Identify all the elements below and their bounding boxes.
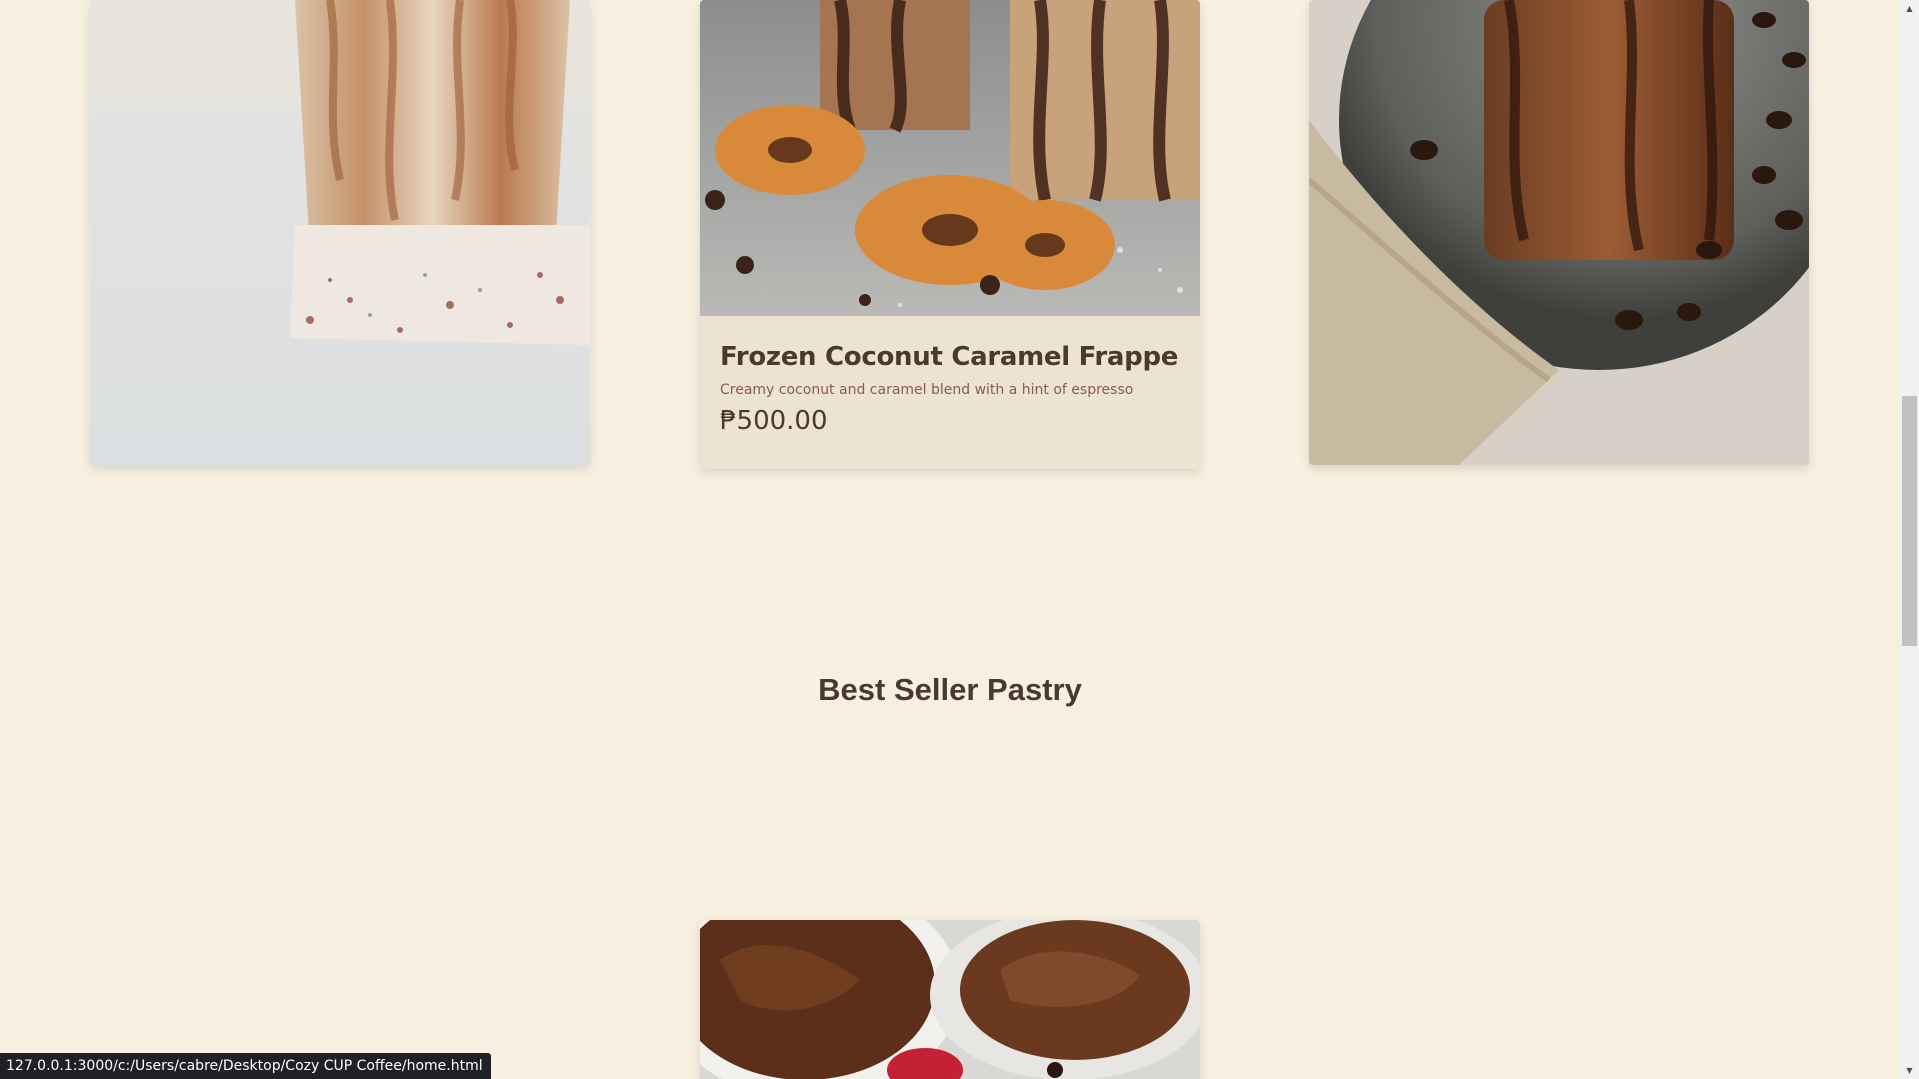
product-card-iced-latte[interactable]: [90, 0, 590, 465]
iced-latte-photo: [90, 0, 590, 465]
product-card-body: Frozen Coconut Caramel Frappe Creamy coc…: [700, 316, 1200, 436]
product-title: Frozen Coconut Caramel Frappe: [720, 342, 1179, 372]
chocolate-coffee-photo: [1309, 0, 1809, 465]
best-seller-pastry-heading: Best Seller Pastry: [818, 672, 1082, 707]
product-card-frozen-coconut-caramel-frappe[interactable]: Frozen Coconut Caramel Frappe Creamy coc…: [700, 0, 1200, 469]
link-status-bar: 127.0.0.1:3000/c:/Users/cabre/Desktop/Co…: [0, 1053, 491, 1079]
pastry-card[interactable]: [700, 920, 1200, 1079]
product-description: Creamy coconut and caramel blend with a …: [720, 382, 1134, 398]
product-card-chocolate-coffee[interactable]: [1309, 0, 1809, 465]
page: Frozen Coconut Caramel Frappe Creamy coc…: [0, 0, 1900, 1079]
scrollbar-thumb[interactable]: [1902, 396, 1917, 646]
frappe-with-cookies-photo: [700, 0, 1200, 316]
chocolate-spread-pastry-photo: [700, 920, 1200, 1079]
scroll-down-arrow-icon[interactable]: ▼: [1900, 1062, 1919, 1079]
vertical-scrollbar[interactable]: ▲ ▼: [1900, 0, 1919, 1079]
scroll-up-arrow-icon[interactable]: ▲: [1900, 0, 1919, 17]
product-price: ₱500.00: [720, 406, 828, 436]
